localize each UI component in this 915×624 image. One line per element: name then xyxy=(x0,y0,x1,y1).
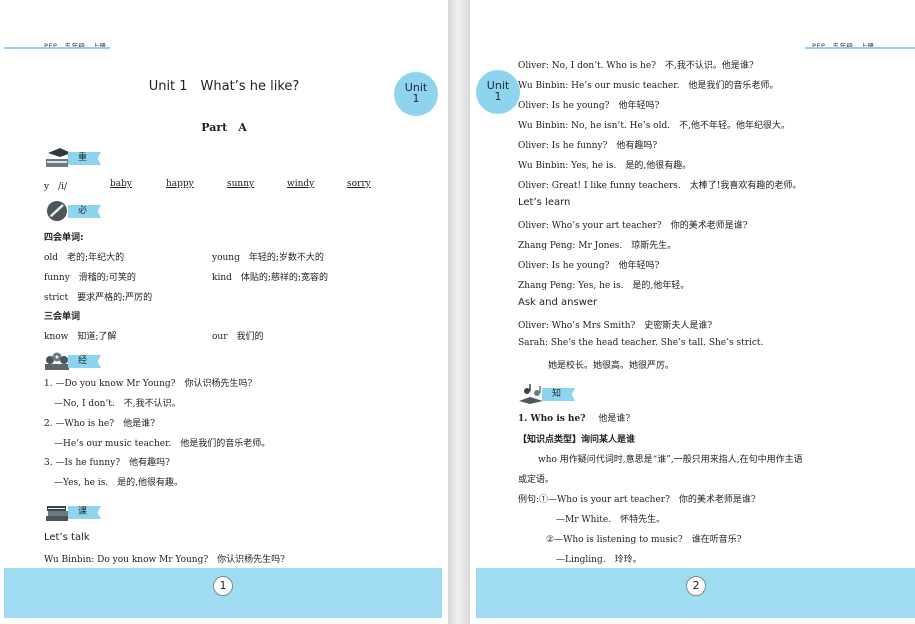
four-skills-label: 四会单词: xyxy=(44,233,84,243)
page-footer: 1 xyxy=(4,568,442,618)
point-title: 1. Who is he? 他是谁? xyxy=(518,411,630,424)
sound-word: sorry xyxy=(347,179,371,189)
example-line: —Mr White. 怀特先生。 xyxy=(556,515,666,525)
section-translation-label: 课文翻译 xyxy=(68,506,102,519)
point-type: 【知识点类型】询问某人是谁 xyxy=(518,435,636,445)
vocab-item: our 我们的 xyxy=(212,332,264,342)
sound-word: baby xyxy=(110,179,132,189)
example-line: —Lingling. 玲玲。 xyxy=(556,555,642,565)
unit-badge-number: 1 xyxy=(412,92,420,105)
key-sentence: —He’s our music teacher. 他是我们的音乐老师。 xyxy=(54,439,271,449)
music-book-icon xyxy=(519,384,543,404)
example-line: ②—Who is listening to music? 谁在听音乐? xyxy=(546,535,742,545)
part-title: Part A xyxy=(201,121,247,134)
dialog-line: Oliver: Is he young? 他年轻吗? xyxy=(518,261,660,271)
sound-word: windy xyxy=(287,179,315,189)
dialog-line: Wu Binbin: Do you know Mr Young? 你认识杨先生吗… xyxy=(44,555,286,565)
section-vocab-label: 必会词汇 xyxy=(68,205,102,218)
left-page: PEP 五年级 上册 Unit 1 Unit 1 What’s he like?… xyxy=(0,0,448,624)
header-rule xyxy=(805,47,915,49)
header-rule xyxy=(4,47,110,49)
key-sentence: —Yes, he is. 是的,他很有趣。 xyxy=(54,478,184,488)
page-number: 2 xyxy=(686,576,706,596)
vocab-item: strict 要求严格的;严厉的 xyxy=(44,293,153,303)
dialog-line: 她是校长。她很高。她很严厉。 xyxy=(548,361,675,371)
dialog-line: Oliver: Great! I like funny teachers. 太棒… xyxy=(518,181,802,191)
page-number: 1 xyxy=(213,576,233,596)
section-sentences-label: 经典句型 xyxy=(68,355,102,368)
right-page: PEP 五年级 上册 Unit 1 Oliver: No, I don’t. W… xyxy=(470,0,915,624)
point-title-en: 1. Who is he? xyxy=(518,414,586,424)
sound-word: happy xyxy=(166,179,194,189)
unit-badge-number: 1 xyxy=(494,90,502,103)
vocab-item: kind 体贴的;慈祥的;宽容的 xyxy=(212,273,328,283)
ask-answer-heading: Ask and answer xyxy=(518,297,598,308)
dialog-line: Oliver: No, I don’t. Who is he? 不,我不认识。他… xyxy=(518,61,754,71)
example-line: 例句:①—Who is your art teacher? 你的美术老师是谁? xyxy=(518,495,756,505)
key-sentence: 3. —Is he funny? 他有趣吗? xyxy=(44,458,170,468)
dialog-line: Oliver: Who’s your art teacher? 你的美术老师是谁… xyxy=(518,221,748,231)
key-sentence: —No, I don’t. 不,我不认识。 xyxy=(54,399,181,409)
sound-word: sunny xyxy=(227,179,255,189)
dialog-line: Wu Binbin: He’s our music teacher. 他是我们的… xyxy=(518,81,779,91)
dialog-line: Wu Binbin: Yes, he is. 是的,他很有趣。 xyxy=(518,161,692,171)
flowers-icon xyxy=(45,352,69,370)
section-knowledge-label: 知识点拨 xyxy=(542,388,576,401)
point-title-cn: 他是谁? xyxy=(598,414,631,424)
vocab-item: funny 滑稽的;可笑的 xyxy=(44,273,136,283)
book-spine xyxy=(448,0,470,624)
vocab-item: old 老的;年纪大的 xyxy=(44,253,125,263)
dialog-line: Oliver: Who’s Mrs Smith? 史密斯夫人是谁? xyxy=(518,321,713,331)
lets-learn-heading: Let’s learn xyxy=(518,197,571,208)
pencil-badge-icon xyxy=(47,201,67,221)
key-sentence: 1. —Do you know Mr Young? 你认识杨先生吗? xyxy=(44,379,253,389)
books-icon xyxy=(46,506,68,521)
dialog-line: Wu Binbin: No, he isn’t. He’s old. 不,他不年… xyxy=(518,121,790,131)
unit-title: Unit 1 What’s he like? xyxy=(148,79,300,94)
dialog-line: Sarah: She’s the head teacher. She’s tal… xyxy=(518,338,764,348)
dialog-line: Oliver: Is he young? 他年轻吗? xyxy=(518,101,660,111)
page-footer: 2 xyxy=(476,568,915,618)
point-description: who 用作疑问代词时,意思是“谁”,一般只用来指人,在句中用作主语 xyxy=(538,455,803,465)
vocab-item: know 知道;了解 xyxy=(44,332,117,342)
sound-symbol: y /i/ xyxy=(44,182,68,192)
key-sentence: 2. —Who is he? 他是谁? xyxy=(44,419,155,429)
three-skills-label: 三会单词 xyxy=(44,312,81,322)
dialog-line: Zhang Peng: Yes, he is. 是的,他年轻。 xyxy=(518,281,690,291)
dialog-line: Zhang Peng: Mr Jones. 琼斯先生。 xyxy=(518,241,677,251)
point-description: 或定语。 xyxy=(518,475,555,485)
unit-badge: Unit 1 xyxy=(476,70,520,114)
section-pronunciation-label: 重点语音 xyxy=(68,152,102,165)
sound-words: y /i/ baby happy sunny windy sorry xyxy=(44,179,384,192)
lets-talk-heading: Let’s talk xyxy=(44,532,90,543)
dialog-line: Oliver: Is he funny? 他有趣吗? xyxy=(518,141,658,151)
vocab-item: young 年轻的;岁数不大的 xyxy=(212,253,324,263)
graduation-cap-icon xyxy=(46,148,71,167)
